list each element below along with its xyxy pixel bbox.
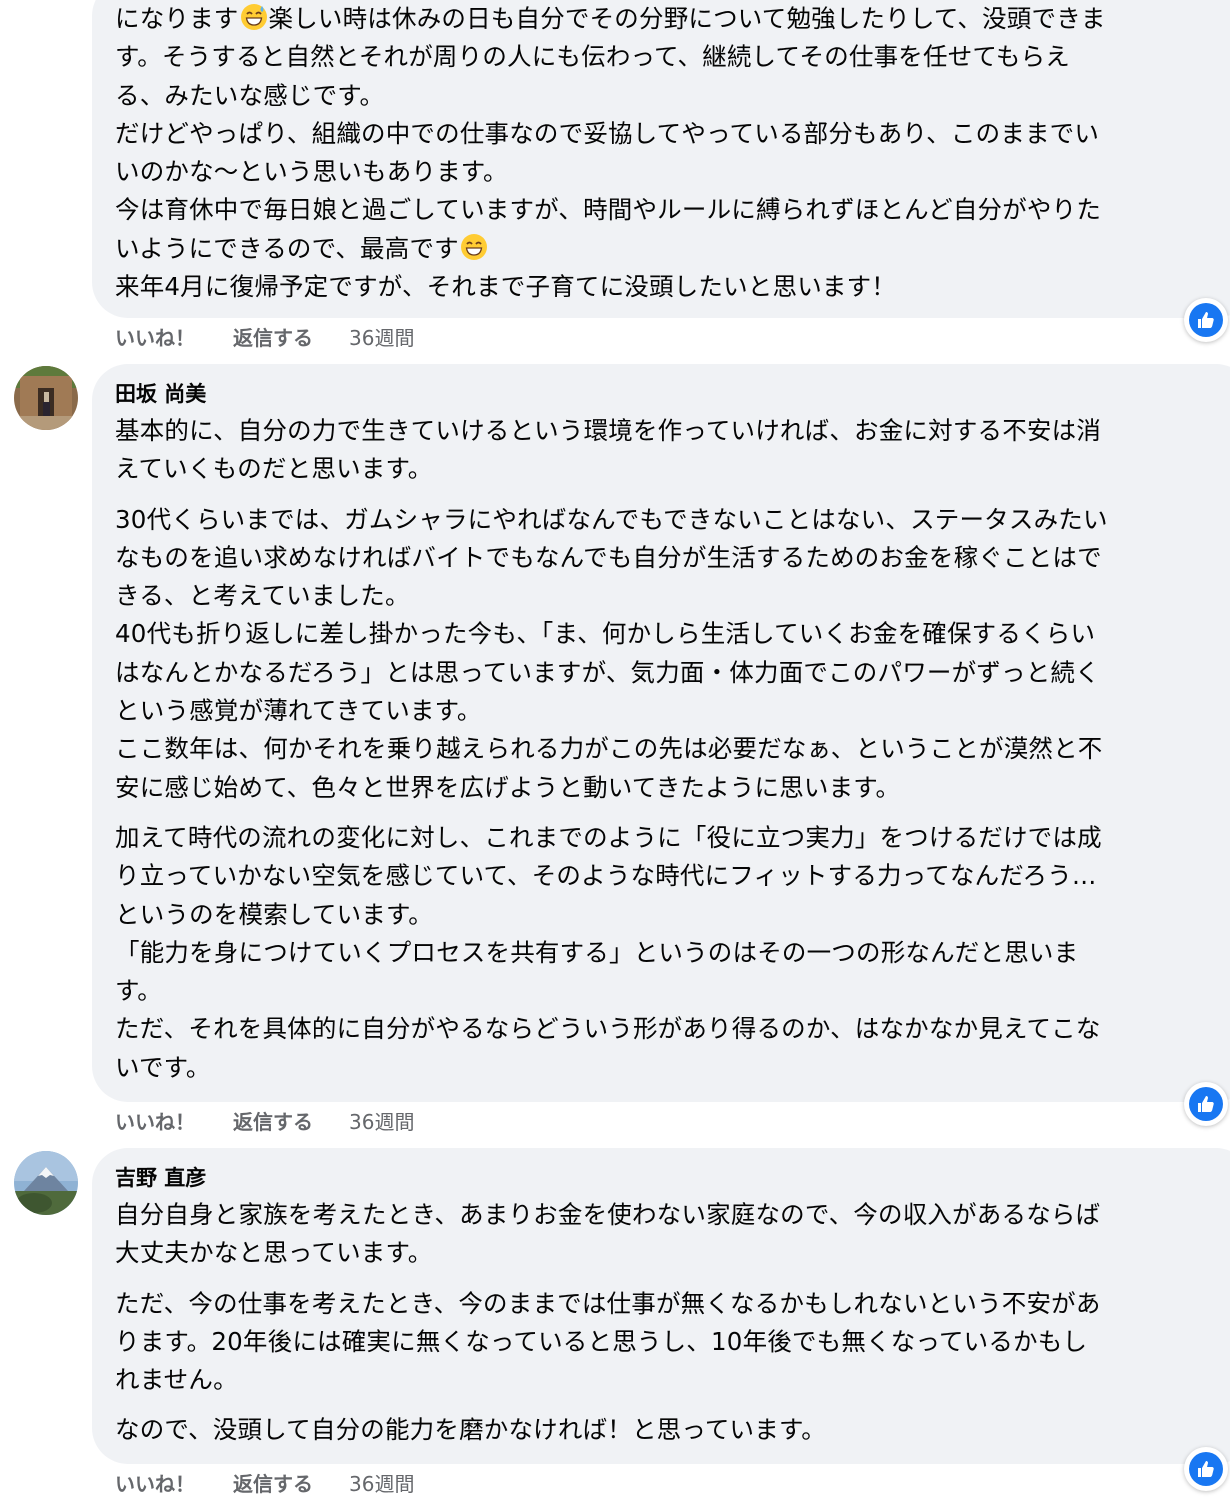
comment-text-segment: いのかな〜という思いもあります。 [115, 157, 508, 187]
comment-text-line: になります 楽しい時は休みの日も自分でその分野について勉強したりして、没頭できま [115, 0, 1230, 38]
comment-text-line: きる、と考えていました。 [115, 581, 410, 611]
comment-paragraph: 自分自身と家族を考えたとき、あまりお金を使わない家庭なので、今の収入があるならば… [115, 1196, 1230, 1273]
comment-text-line: えていくものだと思います。 [115, 454, 433, 484]
grinning-emoji-icon [460, 233, 487, 260]
comment-text-line: というのを模索しています。 [115, 899, 433, 929]
comment-bubble: 田坂 尚美 基本的に、自分の力で生きていけるという環境を作っていければ、お金に対… [92, 364, 1230, 1102]
timestamp[interactable]: 36週間 [349, 1468, 414, 1497]
like-thumbs-up-icon [1189, 1087, 1223, 1121]
comment-paragraph: 基本的に、自分の力で生きていけるという環境を作っていければ、お金に対する不安は消… [115, 412, 1230, 489]
comment-text-line: ここ数年は、何かそれを乗り越えられる力がこの先は必要だなぁ、ということが漠然と不 [115, 734, 1103, 764]
comment-text-line: 今は育休中で毎日娘と過ごしていますが、時間やルールに縛られずほとんど自分がやりた [115, 191, 1230, 229]
comment-text-line: す。そうすると自然とそれが周りの人にも伝わって、継続してその仕事を任せてもらえ [115, 38, 1230, 76]
comment-paragraph: 30代くらいまでは、ガムシャラにやればなんでもできないことはない、ステータスみた… [115, 501, 1230, 807]
comment-author[interactable]: 吉野 直彦 [115, 1148, 1230, 1192]
comment-text-line: 自分自身と家族を考えたとき、あまりお金を使わない家庭なので、今の収入があるならば [115, 1200, 1101, 1229]
comment-paragraph: ただ、今の仕事を考えたとき、今のままでは仕事が無くなるかもしれないという不安があ… [115, 1285, 1230, 1400]
comment-text-line: 加えて時代の流れの変化に対し、これまでのように「役に立つ実力」をつけるだけでは成 [115, 822, 1102, 852]
like-thumbs-up-icon [1189, 303, 1223, 337]
comment-text-line: いようにできるので、最高です [115, 230, 1230, 268]
comment-actions: いいね！ 返信する 36週間 [115, 1105, 414, 1135]
comment-text-line: 基本的に、自分の力で生きていけるという環境を作っていければ、お金に対する不安は消 [115, 416, 1102, 445]
comment-text-line: という感覚が薄れてきています。 [115, 696, 482, 726]
avatar[interactable] [14, 366, 78, 430]
comment-actions: いいね！ 返信する 36週間 [115, 1467, 414, 1497]
comment-author[interactable]: 田坂 尚美 [115, 364, 1230, 408]
comment-text-segment: る、みたいな感じです。 [115, 80, 385, 110]
comment-text-line: 大丈夫かなと思っています。 [115, 1238, 433, 1268]
comment-text-line: 40代も折り返しに差し掛かった今も、「ま、何かしら生活していくお金を確保するくら… [115, 619, 1096, 649]
reply-link[interactable]: 返信する [233, 322, 313, 351]
timestamp[interactable]: 36週間 [349, 322, 414, 351]
comment-text-line: り立っていかない空気を感じていて、そのような時代にフィットする力ってなんだろう… [115, 861, 1097, 891]
like-link[interactable]: いいね！ [115, 322, 195, 351]
reaction-badge[interactable] [1184, 298, 1228, 342]
like-thumbs-up-icon [1189, 1452, 1223, 1486]
reply-link[interactable]: 返信する [233, 1468, 313, 1497]
comment-paragraph: なので、没頭して自分の能力を磨かなければ！と思っています。 [115, 1411, 1230, 1449]
comment-text-line: だけどやっぱり、組織の中での仕事なので妥協してやっている部分もあり、このままでい [115, 115, 1230, 153]
reply-link[interactable]: 返信する [233, 1106, 313, 1135]
comment-actions: いいね！ 返信する 36週間 [115, 321, 414, 351]
like-link[interactable]: いいね！ [115, 1106, 195, 1135]
comment-text-line: す。 [115, 976, 162, 1006]
comment-bubble: になります 楽しい時は休みの日も自分でその分野について勉強したりして、没頭できます… [92, 0, 1230, 318]
comment-thread: になります 楽しい時は休みの日も自分でその分野について勉強したりして、没頭できます… [0, 0, 1230, 1496]
like-link[interactable]: いいね！ [115, 1468, 195, 1497]
comment-text-segment: になります [115, 4, 239, 33]
comment-text-line: 「能力を身につけていくプロセスを共有する」というのはその一つの形なんだと思いま [115, 937, 1079, 967]
timestamp[interactable]: 36週間 [349, 1106, 414, 1135]
comment-text-line: いです。 [115, 1052, 211, 1082]
comment-text-line: はなんとかなるだろう」とは思っていますが、気力面・体力面でこのパワーがずっと続く [115, 657, 1100, 687]
comment-text-segment: いようにできるので、最高です [115, 233, 459, 263]
comment-text-line: 来年4月に復帰予定ですが、それまで子育てに没頭したいと思います！ [115, 268, 1230, 306]
comment-text-line: ただ、今の仕事を考えたとき、今のままでは仕事が無くなるかもしれないという不安があ [115, 1288, 1101, 1318]
comment-text: 基本的に、自分の力で生きていけるという環境を作っていければ、お金に対する不安は消… [115, 412, 1230, 1087]
comment-text-line: なので、没頭して自分の能力を磨かなければ！と思っています。 [115, 1415, 826, 1445]
comment-text-segment: 今は育休中で毎日娘と過ごしていますが、時間やルールに縛られずほとんど自分がやりた [115, 195, 1102, 225]
comment-text-line: 安に感じ始めて、色々と世界を広げようと動いてきたように思います。 [115, 772, 901, 802]
comment-text: 自分自身と家族を考えたとき、あまりお金を使わない家庭なので、今の収入があるならば… [115, 1196, 1230, 1450]
comment-text-line: 30代くらいまでは、ガムシャラにやればなんでもできないことはない、ステータスみた… [115, 504, 1108, 534]
comment-bubble: 吉野 直彦 自分自身と家族を考えたとき、あまりお金を使わない家庭なので、今の収入… [92, 1148, 1230, 1464]
comment-text-segment: だけどやっぱり、組織の中での仕事なので妥協してやっている部分もあり、このままでい [115, 118, 1100, 148]
comment-text-line: る、みたいな感じです。 [115, 77, 1230, 115]
comment-paragraph: 加えて時代の流れの変化に対し、これまでのように「役に立つ実力」をつけるだけでは成… [115, 819, 1230, 1087]
comment-text-segment: 来年4月に復帰予定ですが、それまで子育てに没頭したいと思います！ [115, 272, 896, 302]
comment-text-segment: 楽しい時は休みの日も自分でその分野について勉強したりして、没頭できま [268, 4, 1106, 33]
sweat-smile-emoji-icon [240, 4, 267, 30]
comment-text: になります 楽しい時は休みの日も自分でその分野について勉強したりして、没頭できます… [115, 0, 1230, 306]
comment-text-line: れません。 [115, 1365, 238, 1395]
avatar[interactable] [14, 1151, 78, 1215]
comment-text-segment: す。そうすると自然とそれが周りの人にも伝わって、継続してその仕事を任せてもらえ [115, 42, 1070, 72]
reaction-badge[interactable] [1184, 1447, 1228, 1491]
reaction-badge[interactable] [1184, 1082, 1228, 1126]
comment-text-line: いのかな〜という思いもあります。 [115, 153, 1230, 191]
comment-text-line: なものを追い求めなければバイトでもなんでも自分が生活するためのお金を稼ぐことはで [115, 542, 1102, 572]
comment-text-line: ります。20年後には確実に無くなっていると思うし、10年後でも無くなっているかも… [115, 1326, 1088, 1356]
comment-text-line: ただ、それを具体的に自分がやるならどういう形があり得るのか、はなかなか見えてこな [115, 1014, 1101, 1044]
